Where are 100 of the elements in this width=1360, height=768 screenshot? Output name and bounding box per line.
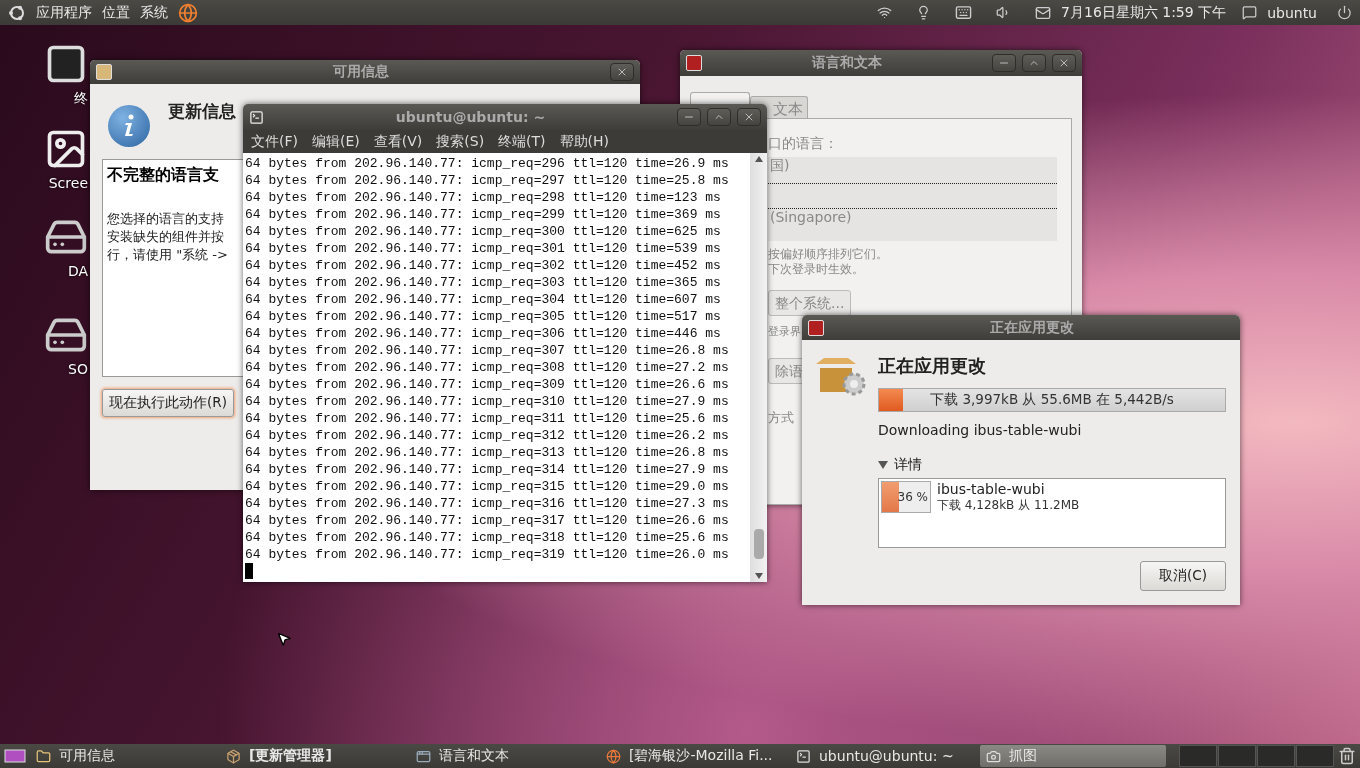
desktop-icon-label[interactable]: 终 bbox=[74, 90, 88, 108]
message-line: 您选择的语言的支持 bbox=[107, 210, 224, 228]
terminal-line: 64 bytes from 202.96.140.77: icmp_req=299 ttl=120 time=369 ms bbox=[245, 206, 722, 223]
chat-icon[interactable] bbox=[1242, 5, 1258, 20]
terminal-line: 64 bytes from 202.96.140.77: icmp_req=301 ttl=120 time=539 ms bbox=[245, 240, 722, 257]
maximize-button[interactable] bbox=[707, 108, 731, 126]
ubuntu-logo-icon[interactable] bbox=[8, 3, 26, 22]
window-title: 语言和文本 bbox=[810, 54, 883, 72]
clock[interactable]: 7月16日星期六 1:59 下午 bbox=[1061, 3, 1227, 22]
terminal-line: 64 bytes from 202.96.140.77: icmp_req=303 ttl=120 time=365 ms bbox=[245, 274, 722, 291]
window-icon bbox=[416, 748, 431, 764]
workspace-switcher[interactable] bbox=[1179, 745, 1334, 767]
terminal-line: 64 bytes from 202.96.140.77: icmp_req=312 ttl=120 time=26.2 ms bbox=[245, 427, 730, 444]
panel-menu[interactable]: 位置 bbox=[102, 3, 130, 22]
window-title: 正在应用更改 bbox=[989, 318, 1075, 337]
terminal-line: 64 bytes from 202.96.140.77: icmp_req=315 ttl=120 time=29.0 ms bbox=[245, 478, 730, 495]
terminal-line: 64 bytes from 202.96.140.77: icmp_req=306 ttl=120 time=446 ms bbox=[245, 325, 722, 342]
terminal-line: 64 bytes from 202.96.140.77: icmp_req=314 ttl=120 time=27.9 ms bbox=[245, 461, 730, 478]
terminal-line: 64 bytes from 202.96.140.77: icmp_req=298 ttl=120 time=123 ms bbox=[245, 189, 722, 206]
close-icon bbox=[616, 66, 628, 78]
terminal-line: 64 bytes from 202.96.140.77: icmp_req=313 ttl=120 time=26.8 ms bbox=[245, 444, 730, 461]
show-desktop-icon[interactable] bbox=[4, 748, 26, 764]
message-title: 不完整的语言支 bbox=[107, 165, 219, 186]
window-icon[interactable] bbox=[686, 55, 702, 71]
action-button[interactable]: 现在执行此动作(R) bbox=[102, 389, 234, 417]
menu-item[interactable]: 终端(T) bbox=[498, 132, 546, 151]
terminal-line: 64 bytes from 202.96.140.77: icmp_req=297 ttl=120 time=25.8 ms bbox=[245, 172, 730, 189]
window-title: 可用信息 bbox=[332, 63, 390, 81]
terminal-line: 64 bytes from 202.96.140.77: icmp_req=316 ttl=120 time=27.3 ms bbox=[245, 495, 730, 512]
terminal-line: 64 bytes from 202.96.140.77: icmp_req=317 ttl=120 time=26.6 ms bbox=[245, 512, 730, 529]
trash-icon[interactable] bbox=[1338, 747, 1356, 765]
message-line: 安装缺失的组件并按 bbox=[107, 228, 224, 246]
cancel-button[interactable]: 取消(C) bbox=[1140, 561, 1226, 591]
menu-item[interactable]: 帮助(H) bbox=[559, 132, 610, 151]
terminal-line: 64 bytes from 202.96.140.77: icmp_req=318 ttl=120 time=25.6 ms bbox=[245, 529, 730, 546]
terminal-line: 64 bytes from 202.96.140.77: icmp_req=305 ttl=120 time=517 ms bbox=[245, 308, 722, 325]
hint-text: 下次登录时生效。 bbox=[768, 262, 864, 277]
desktop-icon-label[interactable]: SO bbox=[68, 361, 88, 377]
terminal-line: 64 bytes from 202.96.140.77: icmp_req=296 ttl=120 time=26.9 ms bbox=[245, 155, 730, 172]
close-button[interactable] bbox=[737, 108, 761, 126]
method-text: 方式 bbox=[768, 410, 794, 426]
close-icon bbox=[1058, 57, 1070, 69]
taskbar-item[interactable]: 语言和文本 bbox=[410, 745, 596, 767]
mail-icon[interactable] bbox=[1035, 4, 1052, 21]
menu-item[interactable]: 文件(F) bbox=[251, 132, 298, 151]
close-icon bbox=[743, 111, 755, 123]
terminal-line: 64 bytes from 202.96.140.77: icmp_req=300 ttl=120 time=625 ms bbox=[245, 223, 722, 240]
terminal-icon bbox=[249, 109, 264, 125]
close-button[interactable] bbox=[1052, 54, 1076, 72]
taskbar-item[interactable]: 可用信息 bbox=[30, 745, 216, 767]
terminal-line: 64 bytes from 202.96.140.77: icmp_req=310 ttl=120 time=27.9 ms bbox=[245, 393, 730, 410]
globe-icon[interactable] bbox=[178, 2, 198, 23]
camera-icon bbox=[986, 748, 1001, 764]
taskbar-item[interactable]: ubuntu@ubuntu: ~ bbox=[790, 745, 976, 767]
taskbar-item[interactable]: 抓图 bbox=[980, 745, 1166, 767]
desktop-icon-label[interactable]: DA bbox=[67, 263, 88, 279]
wifi-icon[interactable] bbox=[877, 5, 893, 20]
prompt-text: 口的语言： bbox=[768, 134, 838, 153]
terminal-line: 64 bytes from 202.96.140.77: icmp_req=308 ttl=120 time=27.2 ms bbox=[245, 359, 730, 376]
keyboard-icon[interactable] bbox=[955, 4, 973, 21]
panel-menu[interactable]: 应用程序 bbox=[36, 3, 92, 22]
download-size-text: 下载 4,128kB 从 11.2MB bbox=[937, 497, 1080, 514]
terminal-line: 64 bytes from 202.96.140.77: icmp_req=319 ttl=120 time=26.0 ms bbox=[245, 546, 730, 563]
desktop-icon-label[interactable]: Scree bbox=[48, 175, 88, 191]
minimize-button[interactable] bbox=[677, 108, 701, 126]
panel-menu[interactable]: 系统 bbox=[140, 3, 168, 22]
minimize-button[interactable] bbox=[992, 54, 1016, 72]
terminal-line: 64 bytes from 202.96.140.77: icmp_req=311 ttl=120 time=25.6 ms bbox=[245, 410, 730, 427]
terminal-line: 64 bytes from 202.96.140.77: icmp_req=304 ttl=120 time=607 ms bbox=[245, 291, 722, 308]
menu-item[interactable]: 编辑(E) bbox=[312, 132, 360, 151]
dialog-heading: 正在应用更改 bbox=[878, 354, 987, 378]
window-icon[interactable] bbox=[808, 319, 824, 336]
hint-text: 按偏好顺序排列它们。 bbox=[768, 247, 888, 262]
info-icon bbox=[108, 105, 150, 147]
menu-item[interactable]: 搜索(S) bbox=[436, 132, 485, 151]
scrollbar[interactable] bbox=[750, 153, 767, 582]
taskbar-item[interactable]: [更新管理器] bbox=[220, 745, 406, 767]
terminal-line: 64 bytes from 202.96.140.77: icmp_req=307 ttl=120 time=26.8 ms bbox=[245, 342, 730, 359]
taskbar-item[interactable]: [碧海银沙-Mozilla Fi... bbox=[600, 745, 786, 767]
details-expander[interactable]: 详情 bbox=[878, 456, 1226, 474]
folder-icon bbox=[36, 748, 51, 764]
text-cursor bbox=[245, 563, 253, 579]
mouse-pointer-icon bbox=[276, 631, 292, 647]
transfer-text: 下载 3,997kB 从 55.6MB 在 5,442B/s bbox=[930, 391, 1174, 409]
user-name[interactable]: ubuntu bbox=[1267, 4, 1317, 21]
power-icon[interactable] bbox=[1337, 5, 1352, 20]
terminal-icon bbox=[796, 748, 811, 764]
terminal-line: 64 bytes from 202.96.140.77: icmp_req=309 ttl=120 time=26.6 ms bbox=[245, 376, 730, 393]
package-name: ibus-table-wubi bbox=[937, 481, 1046, 497]
dialog-heading: 更新信息 bbox=[168, 100, 236, 123]
maximize-button[interactable] bbox=[1022, 54, 1046, 72]
globe-icon bbox=[606, 748, 621, 764]
window-title: ubuntu@ubuntu: ~ bbox=[394, 109, 547, 125]
menu-item[interactable]: 查看(V) bbox=[373, 132, 423, 151]
login-text: 登录界 bbox=[768, 324, 801, 340]
terminal-line: 64 bytes from 202.96.140.77: icmp_req=302 ttl=120 time=452 ms bbox=[245, 257, 722, 274]
close-button[interactable] bbox=[610, 63, 634, 81]
message-line: 行，请使用 "系统 -> bbox=[107, 246, 228, 264]
status-text: Downloading ibus-table-wubi bbox=[878, 422, 1083, 438]
package-icon bbox=[226, 748, 241, 764]
